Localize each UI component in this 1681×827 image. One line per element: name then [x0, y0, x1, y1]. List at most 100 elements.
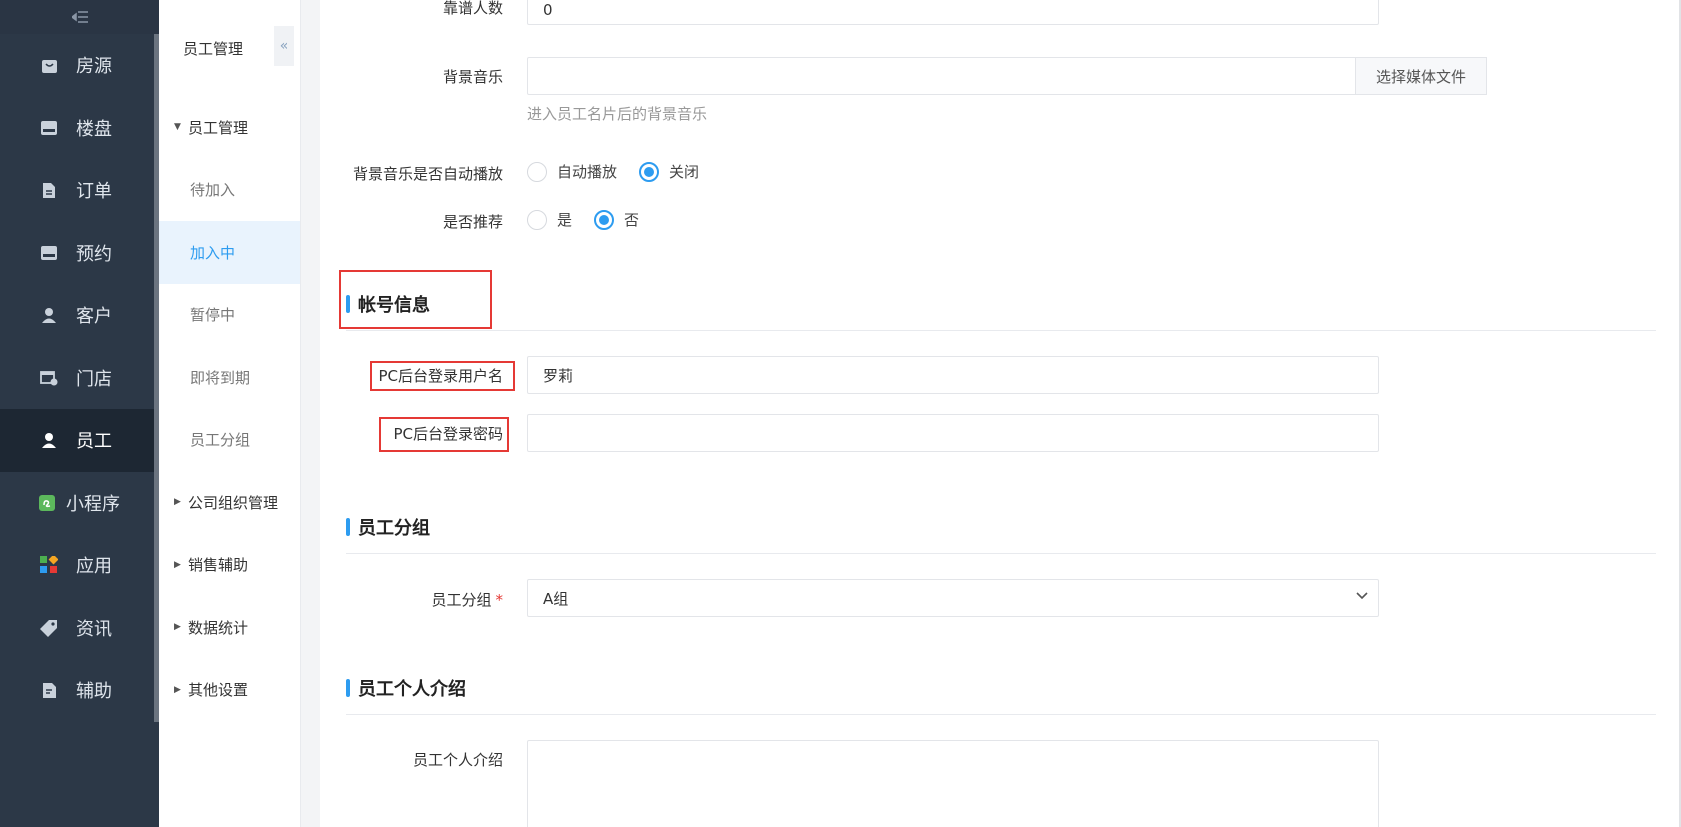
nav-item-buildings[interactable]: 楼盘 — [0, 97, 159, 160]
nav-item-apps[interactable]: 应用 — [0, 534, 159, 597]
building-icon — [40, 119, 58, 137]
subnav-group-settings[interactable]: ▶ 其他设置 — [159, 659, 300, 722]
nav-item-staff[interactable]: 员工 — [0, 409, 159, 472]
intro-label: 员工个人介绍 — [412, 751, 503, 769]
radio-checked-icon — [639, 161, 660, 182]
recommend-option-label: 否 — [624, 211, 640, 229]
subnav-item-expiring[interactable]: 即将到期 — [159, 346, 300, 409]
recommend-option-label: 是 — [557, 211, 573, 229]
menu-collapse-icon[interactable] — [0, 0, 159, 34]
autoplay-option-off[interactable]: 关闭 — [639, 161, 699, 182]
highlight-box — [370, 361, 515, 391]
password-input[interactable] — [527, 414, 1379, 452]
nav-label: 预约 — [76, 243, 112, 265]
document-icon — [40, 181, 58, 199]
bag-icon — [40, 56, 58, 74]
subnav-group-label: 数据统计 — [188, 618, 249, 637]
required-mark: * — [495, 591, 504, 609]
main-content: 靠谱人数 0 背景音乐 选择媒体文件 进入员工名片后的背景音乐 背景音乐是否自动… — [320, 0, 1681, 827]
section-accent-bar — [346, 518, 350, 536]
section-divider — [346, 553, 1656, 554]
autoplay-radio-group: 自动播放 关闭 — [527, 161, 721, 182]
bg-music-label: 背景音乐 — [442, 68, 503, 86]
radio-checked-icon — [594, 209, 615, 230]
recommend-option-no[interactable]: 否 — [594, 209, 639, 230]
autoplay-option-on[interactable]: 自动播放 — [527, 161, 617, 182]
nav-label: 客户 — [76, 306, 112, 328]
intro-textarea[interactable] — [527, 740, 1379, 827]
subnav-item-paused[interactable]: 暂停中 — [159, 284, 300, 347]
group-select-value: A组 — [543, 589, 569, 608]
section-title: 员工个人介绍 — [358, 679, 466, 700]
subnav-item-pending[interactable]: 待加入 — [159, 159, 300, 222]
nav-item-appointments[interactable]: 预约 — [0, 222, 159, 285]
recommend-label: 是否推荐 — [442, 213, 503, 231]
caret-right-icon: ▶ — [174, 497, 181, 508]
section-divider — [346, 330, 1656, 331]
nav-item-listings[interactable]: 房源 — [0, 34, 159, 97]
section-staff-group: 员工分组 — [346, 514, 430, 540]
section-title: 员工分组 — [358, 518, 430, 539]
subnav-item-joined[interactable]: 加入中 — [159, 221, 300, 284]
subnav-group-label: 其他设置 — [188, 681, 249, 700]
subnav-group-stats[interactable]: ▶ 数据统计 — [159, 596, 300, 659]
section-intro: 员工个人介绍 — [346, 675, 466, 701]
bg-music-input[interactable] — [527, 57, 1357, 95]
nav-item-news[interactable]: 资讯 — [0, 597, 159, 660]
nav-label: 应用 — [76, 556, 112, 578]
tag-icon — [40, 619, 58, 637]
nav-label: 资讯 — [76, 618, 112, 640]
subnav-group-sales[interactable]: ▶ 销售辅助 — [159, 534, 300, 597]
autoplay-option-label: 自动播放 — [557, 163, 618, 181]
recommend-option-yes[interactable]: 是 — [527, 209, 572, 230]
apps-icon — [40, 556, 58, 574]
subnav-group-org[interactable]: ▶ 公司组织管理 — [159, 471, 300, 534]
highlight-box — [339, 270, 492, 329]
staff-icon — [40, 431, 58, 449]
calendar-icon — [40, 244, 58, 262]
subnav-group-label: 公司组织管理 — [188, 493, 279, 512]
nav-item-orders[interactable]: 订单 — [0, 159, 159, 222]
user-icon — [40, 306, 58, 324]
caret-right-icon: ▶ — [174, 559, 181, 570]
radio-unchecked-icon — [527, 161, 547, 182]
caret-right-icon: ▶ — [174, 684, 181, 695]
nav-item-stores[interactable]: 门店 — [0, 347, 159, 410]
nav-label: 订单 — [76, 181, 112, 203]
reliable-count-input[interactable]: 0 — [527, 0, 1379, 25]
subnav-group-label: 员工管理 — [188, 118, 249, 137]
group-select[interactable]: A组 — [527, 579, 1379, 617]
reliable-count-label: 靠谱人数 — [442, 0, 503, 17]
username-input[interactable]: 罗莉 — [527, 356, 1379, 394]
double-chevron-left-icon[interactable]: « — [274, 26, 294, 66]
autoplay-option-label: 关闭 — [669, 163, 700, 181]
group-label: 员工分组 * — [320, 589, 503, 610]
nav-label: 辅助 — [76, 681, 112, 703]
nav-label: 门店 — [76, 368, 112, 390]
nav-item-miniprogram[interactable]: 小程序 — [0, 472, 159, 535]
nav-item-assist[interactable]: 辅助 — [0, 659, 159, 722]
nav-label: 员工 — [76, 431, 112, 453]
radio-unchecked-icon — [527, 209, 547, 230]
caret-down-icon: ▼ — [174, 122, 181, 133]
secondary-sidebar: 员工管理 « ▼ 员工管理 待加入 加入中 暂停中 即将到期 员工分组 ▶ 公司… — [159, 0, 301, 827]
main-sidebar: 房源 楼盘 订单 预约 客户 门店 员工 小程序 应用 资讯 辅助 — [0, 0, 159, 827]
bg-music-hint: 进入员工名片后的背景音乐 — [527, 105, 708, 123]
autoplay-label: 背景音乐是否自动播放 — [352, 165, 503, 183]
subnav-title: 员工管理 — [183, 40, 244, 58]
nav-label: 楼盘 — [76, 118, 112, 140]
tool-icon — [40, 681, 58, 699]
subnav-header: 员工管理 « — [159, 0, 300, 96]
reliable-count-value: 0 — [543, 1, 553, 19]
subnav-group-staff[interactable]: ▼ 员工管理 — [159, 96, 300, 159]
recommend-radio-group: 是 否 — [527, 209, 661, 230]
caret-right-icon: ▶ — [174, 622, 181, 633]
select-media-button[interactable]: 选择媒体文件 — [1355, 57, 1487, 95]
subnav-item-groups[interactable]: 员工分组 — [159, 409, 300, 472]
chevron-down-icon — [1356, 588, 1368, 604]
nav-label: 小程序 — [66, 493, 120, 515]
store-icon — [40, 369, 58, 387]
nav-item-customers[interactable]: 客户 — [0, 284, 159, 347]
miniprogram-icon — [38, 494, 56, 512]
section-accent-bar — [346, 679, 350, 697]
